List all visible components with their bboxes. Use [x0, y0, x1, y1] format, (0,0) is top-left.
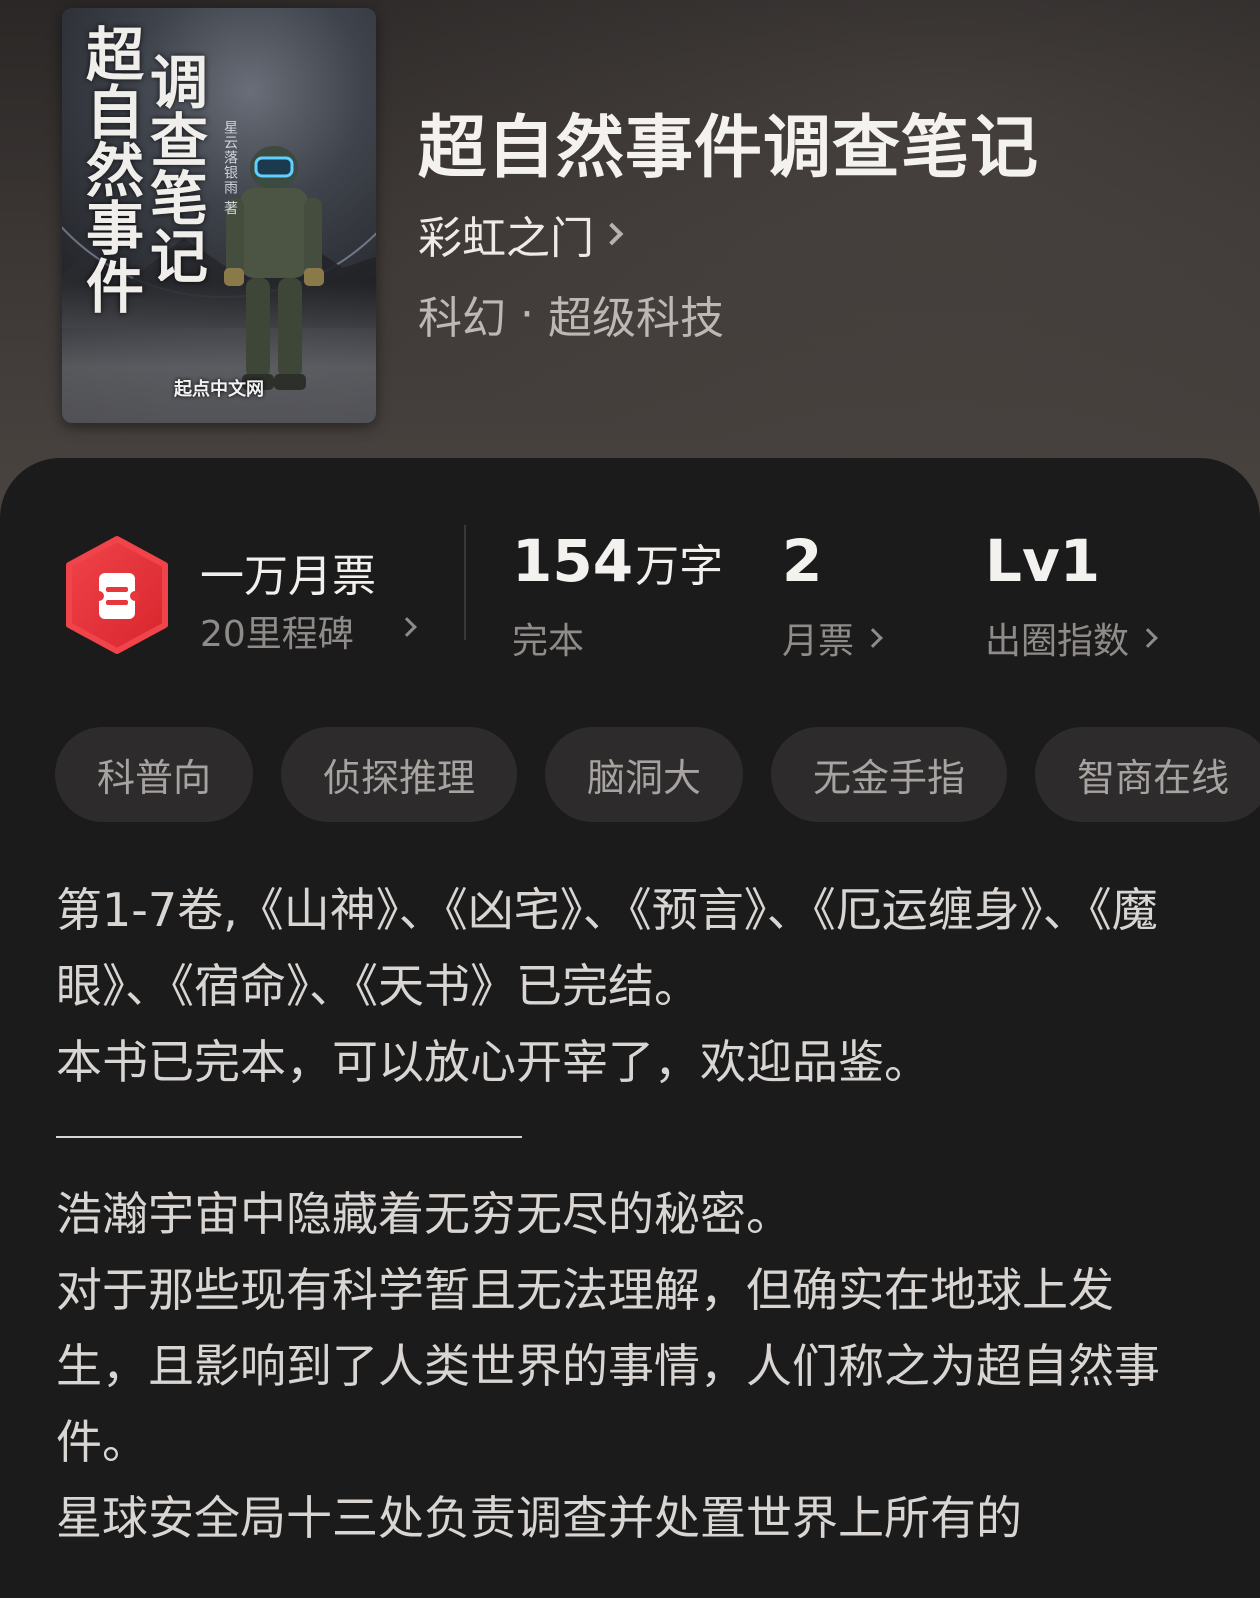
book-description[interactable]: 第1-7卷,《山神》、《凶宅》、《预言》、《厄运缠身》、《魔眼》、《宿命》、《天… — [56, 872, 1176, 1556]
book-cover[interactable]: 超自然事件 调查笔记 星云落银雨 著 起点中文网 — [62, 8, 376, 423]
book-title: 超自然事件调查笔记 — [418, 108, 1040, 188]
book-status: 完本 — [512, 612, 584, 664]
word-count: 154万字 — [512, 527, 723, 595]
milestone-sub: 20里程碑 — [200, 614, 354, 655]
genre-sub[interactable]: 超级科技 — [548, 282, 724, 346]
author-link[interactable]: 彩虹之门 — [418, 202, 624, 266]
monthly-tickets-label: 月票 — [782, 621, 855, 662]
tag-chip[interactable]: 科普向 — [55, 727, 254, 822]
cover-title-line2: 超自然事件 — [76, 24, 144, 314]
description-paragraph: 本书已完本，可以放心开宰了，欢迎品鉴。 — [56, 1035, 930, 1089]
popularity-index-link[interactable]: 出圈指数 — [985, 612, 1158, 664]
genre-line: 科幻 · 超级科技 — [418, 282, 724, 346]
popularity-index-label: 出圈指数 — [985, 621, 1130, 662]
monthly-tickets: 2 — [782, 527, 822, 595]
chevron-right-icon — [863, 628, 883, 648]
description-paragraph: 星球安全局十三处负责调查并处置世界上所有的 — [56, 1491, 1022, 1545]
description-divider — [56, 1136, 522, 1138]
stats-divider — [464, 525, 466, 640]
cover-title-line1: 调查笔记 — [140, 52, 208, 284]
cover-publisher: 起点中文网 — [174, 379, 264, 400]
tag-chip[interactable]: 智商在线 — [1035, 727, 1260, 822]
tag-chip[interactable]: 无金手指 — [771, 727, 1008, 822]
monthly-tickets-link[interactable]: 月票 — [782, 612, 883, 664]
book-status-label: 完本 — [512, 621, 585, 662]
monthly-tickets-number: 2 — [782, 527, 823, 595]
word-count-number: 154 — [512, 527, 634, 595]
tag-list: 科普向 侦探推理 脑洞大 无金手指 智商在线 — [55, 727, 1260, 822]
description-paragraph: 浩瀚宇宙中隐藏着无穷无尽的秘密。 — [56, 1187, 792, 1241]
tag-chip[interactable]: 侦探推理 — [281, 727, 518, 822]
description-paragraph: 第1-7卷,《山神》、《凶宅》、《预言》、《厄运缠身》、《魔眼》、《宿命》、《天… — [56, 883, 1158, 1013]
author-name: 彩虹之门 — [418, 213, 594, 264]
genre-separator: · — [520, 288, 534, 340]
milestone-link[interactable]: 20里程碑 — [200, 605, 354, 657]
chevron-right-icon — [1138, 628, 1158, 648]
monthly-ticket-badge-icon[interactable] — [62, 535, 172, 655]
cover-author: 星云落银雨 著 — [222, 120, 238, 216]
chevron-right-icon — [600, 222, 624, 246]
tag-chip[interactable]: 脑洞大 — [545, 727, 744, 822]
word-count-unit: 万字 — [635, 541, 724, 592]
genre-main[interactable]: 科幻 — [418, 282, 506, 346]
milestone-title: 一万月票 — [200, 551, 376, 602]
popularity-level: Lv1 — [985, 527, 1100, 595]
popularity-level-value: Lv1 — [985, 527, 1101, 595]
description-paragraph: 对于那些现有科学暂且无法理解，但确实在地球上发生，且影响到了人类世界的事情，人们… — [56, 1263, 1160, 1469]
